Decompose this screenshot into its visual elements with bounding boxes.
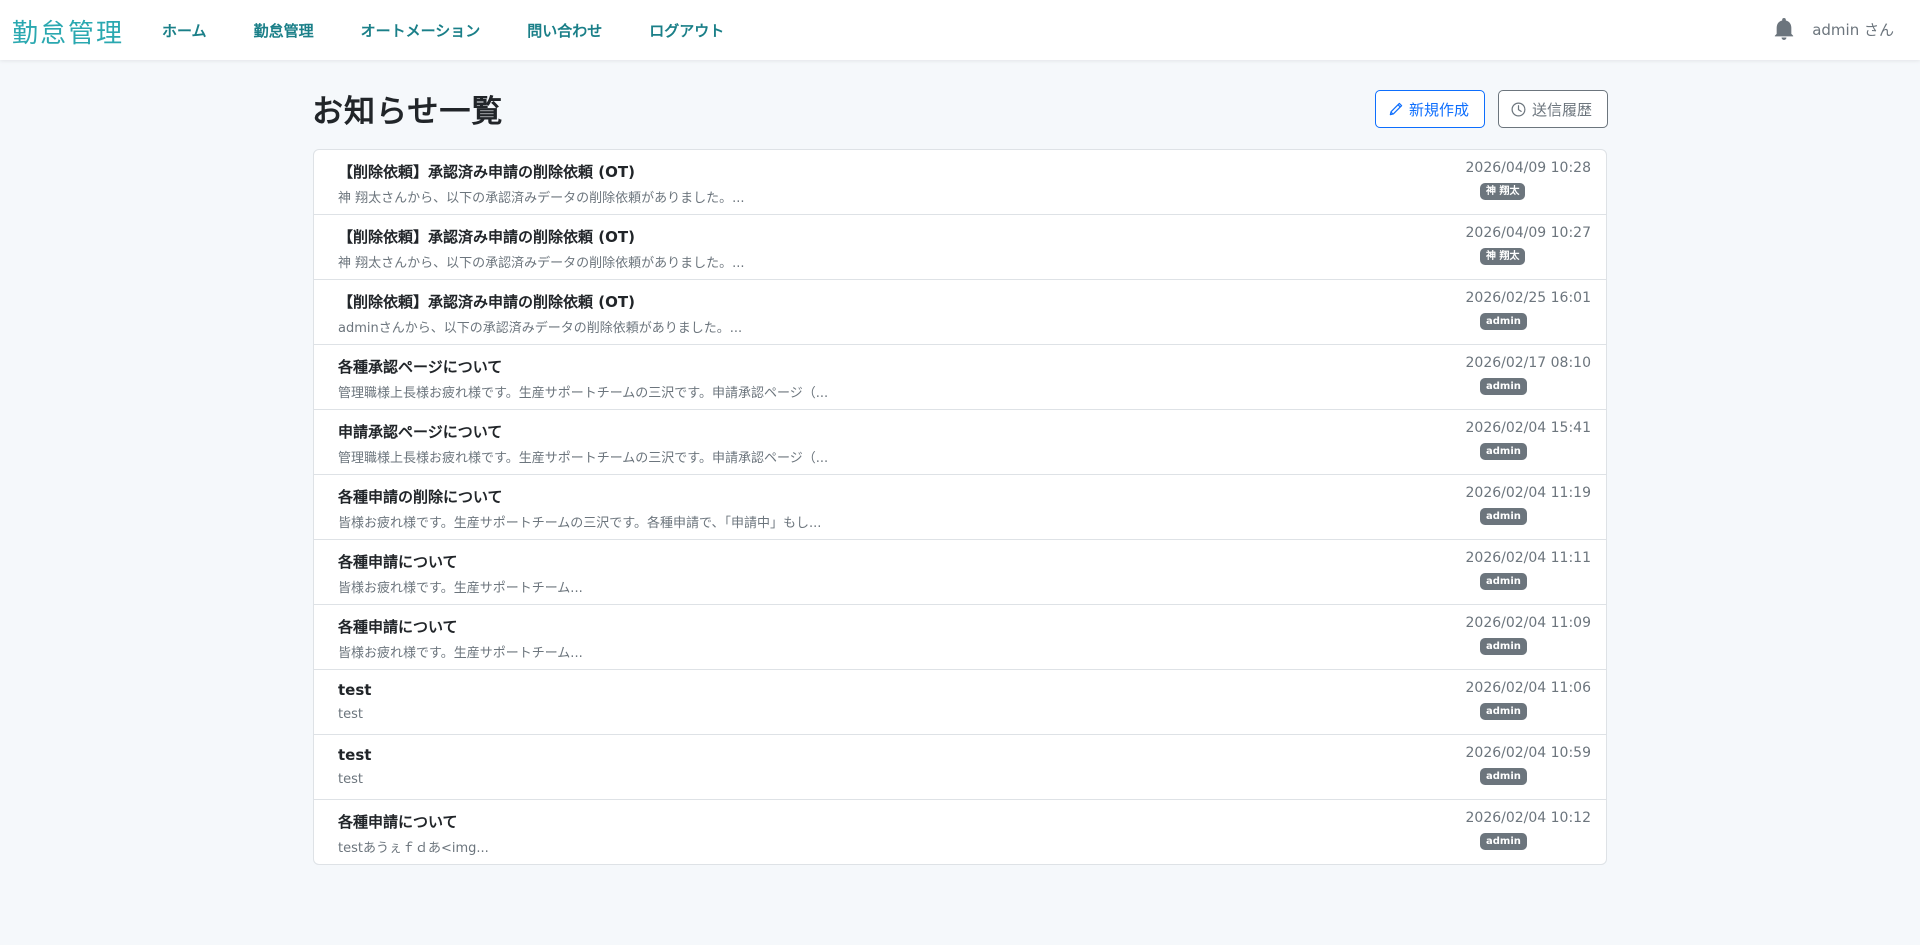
notice-preview: test	[338, 772, 363, 787]
notice-item[interactable]: 各種申請について 皆様お疲れ様です。生産サポートチーム... 2026/02/0…	[314, 540, 1606, 605]
notice-date: 2026/04/09 10:27	[1465, 225, 1592, 241]
notice-date: 2026/02/04 11:19	[1465, 485, 1592, 501]
author-badge: 神 翔太	[1480, 248, 1526, 265]
notice-item[interactable]: 【削除依頼】承認済み申請の削除依頼 (OT) adminさんから、以下の承認済み…	[314, 280, 1606, 345]
notice-preview: 神 翔太さんから、以下の承認済みデータの削除依頼がありました。...	[338, 191, 745, 206]
send-history-label: 送信履歴	[1532, 100, 1593, 119]
brand-logo[interactable]: 勤怠管理	[12, 13, 124, 50]
notice-preview: 管理職様上長様お疲れ様です。生産サポートチームの三沢です。申請承認ページ（...	[338, 451, 829, 466]
notice-item[interactable]: test test 2026/02/04 10:59 admin	[314, 735, 1606, 800]
nav-contact[interactable]: 問い合わせ	[527, 20, 602, 41]
header-actions: 新規作成 送信履歴	[1375, 90, 1608, 128]
notice-date: 2026/04/09 10:28	[1465, 160, 1592, 176]
notice-item[interactable]: 【削除依頼】承認済み申請の削除依頼 (OT) 神 翔太さんから、以下の承認済みデ…	[314, 215, 1606, 280]
author-badge: admin	[1480, 703, 1527, 720]
notice-preview: 皆様お疲れ様です。生産サポートチーム...	[338, 646, 583, 661]
nav-user-area: admin さん	[1774, 18, 1894, 40]
notice-title: 【削除依頼】承認済み申請の削除依頼 (OT)	[338, 163, 635, 181]
author-badge: admin	[1480, 508, 1527, 525]
notice-title: test	[338, 746, 372, 764]
notice-item[interactable]: test test 2026/02/04 11:06 admin	[314, 670, 1606, 735]
notice-preview: 管理職様上長様お疲れ様です。生産サポートチームの三沢です。申請承認ページ（...	[338, 386, 829, 401]
pencil-icon	[1389, 102, 1403, 115]
nav-links: ホーム 勤怠管理 オートメーション 問い合わせ ログアウト	[162, 20, 771, 41]
notice-item[interactable]: 各種承認ページについて 管理職様上長様お疲れ様です。生産サポートチームの三沢です…	[314, 345, 1606, 410]
author-badge: admin	[1480, 443, 1527, 460]
notice-title: test	[338, 681, 372, 699]
notice-preview: testあうぇｆｄあ<img...	[338, 841, 489, 856]
notice-title: 各種承認ページについて	[338, 358, 503, 376]
notice-item[interactable]: 各種申請の削除について 皆様お疲れ様です。生産サポートチームの三沢です。各種申請…	[314, 475, 1606, 540]
notice-preview: 神 翔太さんから、以下の承認済みデータの削除依頼がありました。...	[338, 256, 745, 271]
notice-item[interactable]: 申請承認ページについて 管理職様上長様お疲れ様です。生産サポートチームの三沢です…	[314, 410, 1606, 475]
nav-home[interactable]: ホーム	[162, 20, 207, 41]
notice-preview: adminさんから、以下の承認済みデータの削除依頼がありました。...	[338, 321, 743, 336]
author-badge: admin	[1480, 573, 1527, 590]
notice-date: 2026/02/17 08:10	[1465, 355, 1592, 371]
notice-title: 各種申請について	[338, 553, 458, 571]
notice-item[interactable]: 各種申請について testあうぇｆｄあ<img... 2026/02/04 10…	[314, 800, 1606, 864]
notice-date: 2026/02/04 11:06	[1465, 680, 1592, 696]
send-history-button[interactable]: 送信履歴	[1498, 90, 1608, 128]
nav-automation[interactable]: オートメーション	[361, 20, 481, 41]
notice-item[interactable]: 【削除依頼】承認済み申請の削除依頼 (OT) 神 翔太さんから、以下の承認済みデ…	[314, 150, 1606, 215]
notice-preview: 皆様お疲れ様です。生産サポートチーム...	[338, 581, 583, 596]
nav-attendance[interactable]: 勤怠管理	[254, 20, 314, 41]
notice-preview: test	[338, 707, 363, 722]
page-title: お知らせ一覧	[312, 94, 504, 130]
notice-title: 【削除依頼】承認済み申請の削除依頼 (OT)	[338, 293, 635, 311]
author-badge: admin	[1480, 378, 1527, 395]
user-name[interactable]: admin さん	[1812, 19, 1894, 40]
notice-date: 2026/02/04 11:09	[1465, 615, 1592, 631]
author-badge: 神 翔太	[1480, 183, 1526, 200]
notice-title: 【削除依頼】承認済み申請の削除依頼 (OT)	[338, 228, 635, 246]
author-badge: admin	[1480, 638, 1527, 655]
notice-title: 申請承認ページについて	[338, 423, 503, 441]
clock-icon	[1511, 102, 1526, 116]
notice-preview: 皆様お疲れ様です。生産サポートチームの三沢です。各種申請で、「申請中」もし...	[338, 516, 822, 531]
notice-title: 各種申請の削除について	[338, 488, 503, 506]
author-badge: admin	[1480, 833, 1527, 850]
top-navbar: 勤怠管理 ホーム 勤怠管理 オートメーション 問い合わせ ログアウト admin…	[0, 0, 1920, 60]
notice-date: 2026/02/04 10:12	[1465, 810, 1592, 826]
notice-date: 2026/02/04 11:11	[1465, 550, 1592, 566]
notice-date: 2026/02/25 16:01	[1465, 290, 1592, 306]
new-notice-button[interactable]: 新規作成	[1375, 90, 1485, 128]
notice-title: 各種申請について	[338, 618, 458, 636]
new-notice-label: 新規作成	[1409, 100, 1470, 119]
bell-icon[interactable]	[1774, 18, 1794, 40]
notice-date: 2026/02/04 15:41	[1465, 420, 1592, 436]
notice-item[interactable]: 各種申請について 皆様お疲れ様です。生産サポートチーム... 2026/02/0…	[314, 605, 1606, 670]
nav-logout[interactable]: ログアウト	[649, 20, 724, 41]
author-badge: admin	[1480, 313, 1527, 330]
notice-date: 2026/02/04 10:59	[1465, 745, 1592, 761]
notice-list: 【削除依頼】承認済み申請の削除依頼 (OT) 神 翔太さんから、以下の承認済みデ…	[313, 149, 1607, 865]
author-badge: admin	[1480, 768, 1527, 785]
notice-title: 各種申請について	[338, 813, 458, 831]
